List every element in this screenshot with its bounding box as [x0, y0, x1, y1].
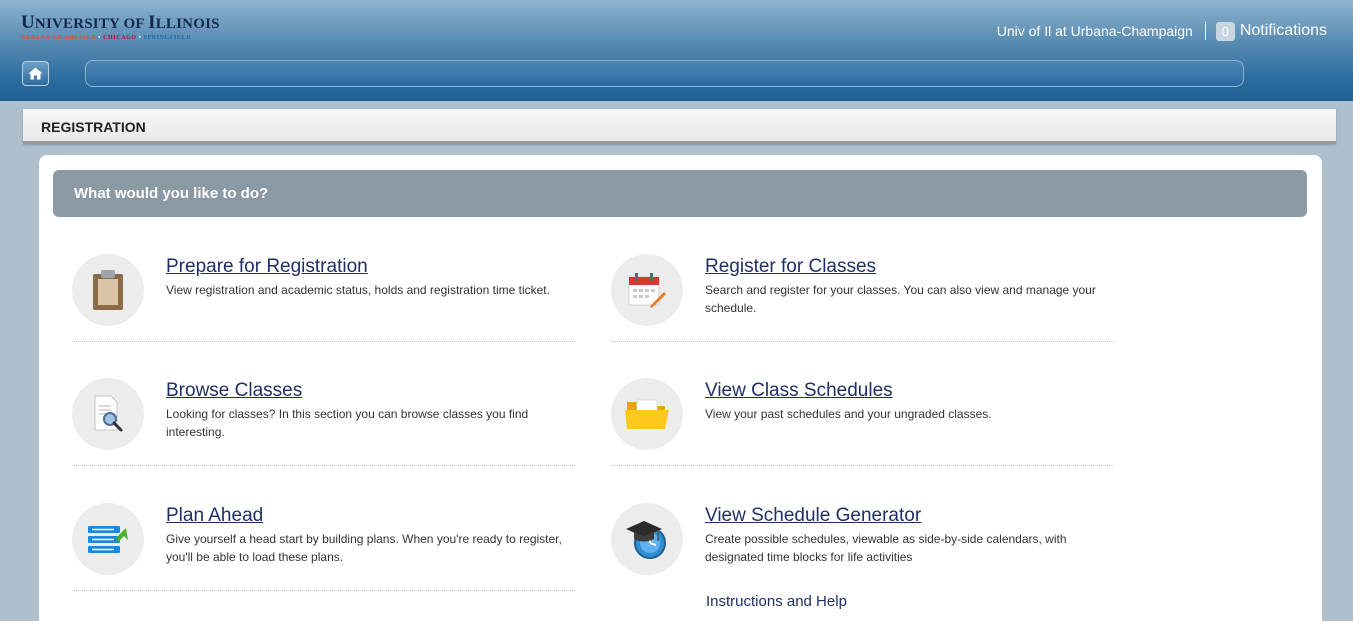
logo-letter-u: U: [21, 12, 35, 33]
plan-icon-circle: [72, 503, 144, 575]
register-classes-link[interactable]: Register for Classes: [705, 256, 876, 278]
notifications-count-badge[interactable]: 0: [1215, 21, 1235, 41]
schedule-generator-desc: Create possible schedules, viewable as s…: [705, 532, 1067, 564]
what-to-do-banner: What would you like to do?: [53, 170, 1307, 217]
divider: [72, 341, 575, 342]
logo-text-a: NIVERSITY OF: [34, 16, 149, 32]
view-class-schedules-link[interactable]: View Class Schedules: [705, 380, 893, 402]
browse-icon-circle: [72, 378, 144, 450]
home-icon: [28, 67, 43, 80]
logo-sub-dot-2: •: [136, 35, 144, 41]
top-header: UNIVERSITY OF ILLINOIS URBANA-CHAMPAIGN …: [0, 0, 1353, 101]
notifications-link[interactable]: Notifications: [1240, 22, 1327, 40]
university-logo[interactable]: UNIVERSITY OF ILLINOIS URBANA-CHAMPAIGN …: [21, 12, 220, 42]
clipboard-icon: [93, 270, 123, 310]
prepare-registration-link[interactable]: Prepare for Registration: [166, 256, 368, 278]
plan-ahead-desc: Give yourself a head start by building p…: [166, 532, 562, 564]
logo-sub-springfield: SPRINGFIELD: [143, 35, 192, 41]
graduation-clock-icon: [626, 521, 666, 559]
prepare-registration-desc: View registration and academic status, h…: [166, 283, 550, 297]
calendar-icon: [628, 273, 666, 308]
view-class-schedules-desc: View your past schedules and your ungrad…: [705, 407, 992, 421]
home-button[interactable]: [22, 61, 49, 86]
divider: [72, 590, 575, 591]
register-icon-circle: [611, 254, 683, 326]
plan-ahead-link[interactable]: Plan Ahead: [166, 505, 263, 527]
breadcrumb-bar: [85, 60, 1244, 87]
register-classes-desc: Search and register for your classes. Yo…: [705, 283, 1096, 315]
divider: [72, 465, 575, 466]
header-divider: [1204, 22, 1206, 40]
generator-icon-circle: [611, 503, 683, 575]
divider: [611, 341, 1114, 342]
instructions-help-link[interactable]: Instructions and Help: [706, 593, 847, 610]
logo-text-b: LLINOIS: [155, 16, 220, 32]
magnifier-document-icon: [94, 395, 123, 432]
folder-icon: [625, 399, 669, 429]
registration-section-header: REGISTRATION: [23, 109, 1336, 144]
browse-classes-link[interactable]: Browse Classes: [166, 380, 302, 402]
plan-list-icon: [88, 526, 128, 553]
registration-panel: What would you like to do? Prepare for R…: [39, 155, 1322, 621]
header-right: Univ of Il at Urbana-Champaign 0 Notific…: [997, 20, 1327, 42]
logo-sub-urbana: URBANA-CHAMPAIGN: [21, 35, 97, 41]
schedules-icon-circle: [611, 378, 683, 450]
schedule-generator-link[interactable]: View Schedule Generator: [705, 505, 921, 527]
browse-classes-desc: Looking for classes? In this section you…: [166, 407, 529, 439]
divider: [611, 465, 1114, 466]
logo-letter-i: I: [148, 12, 156, 33]
banner-text: What would you like to do?: [74, 185, 269, 202]
prepare-icon-circle: [72, 254, 144, 326]
logo-sub-chicago: CHICAGO: [103, 35, 137, 41]
section-title: REGISTRATION: [41, 119, 146, 135]
campus-selector[interactable]: Univ of Il at Urbana-Champaign: [997, 23, 1193, 39]
